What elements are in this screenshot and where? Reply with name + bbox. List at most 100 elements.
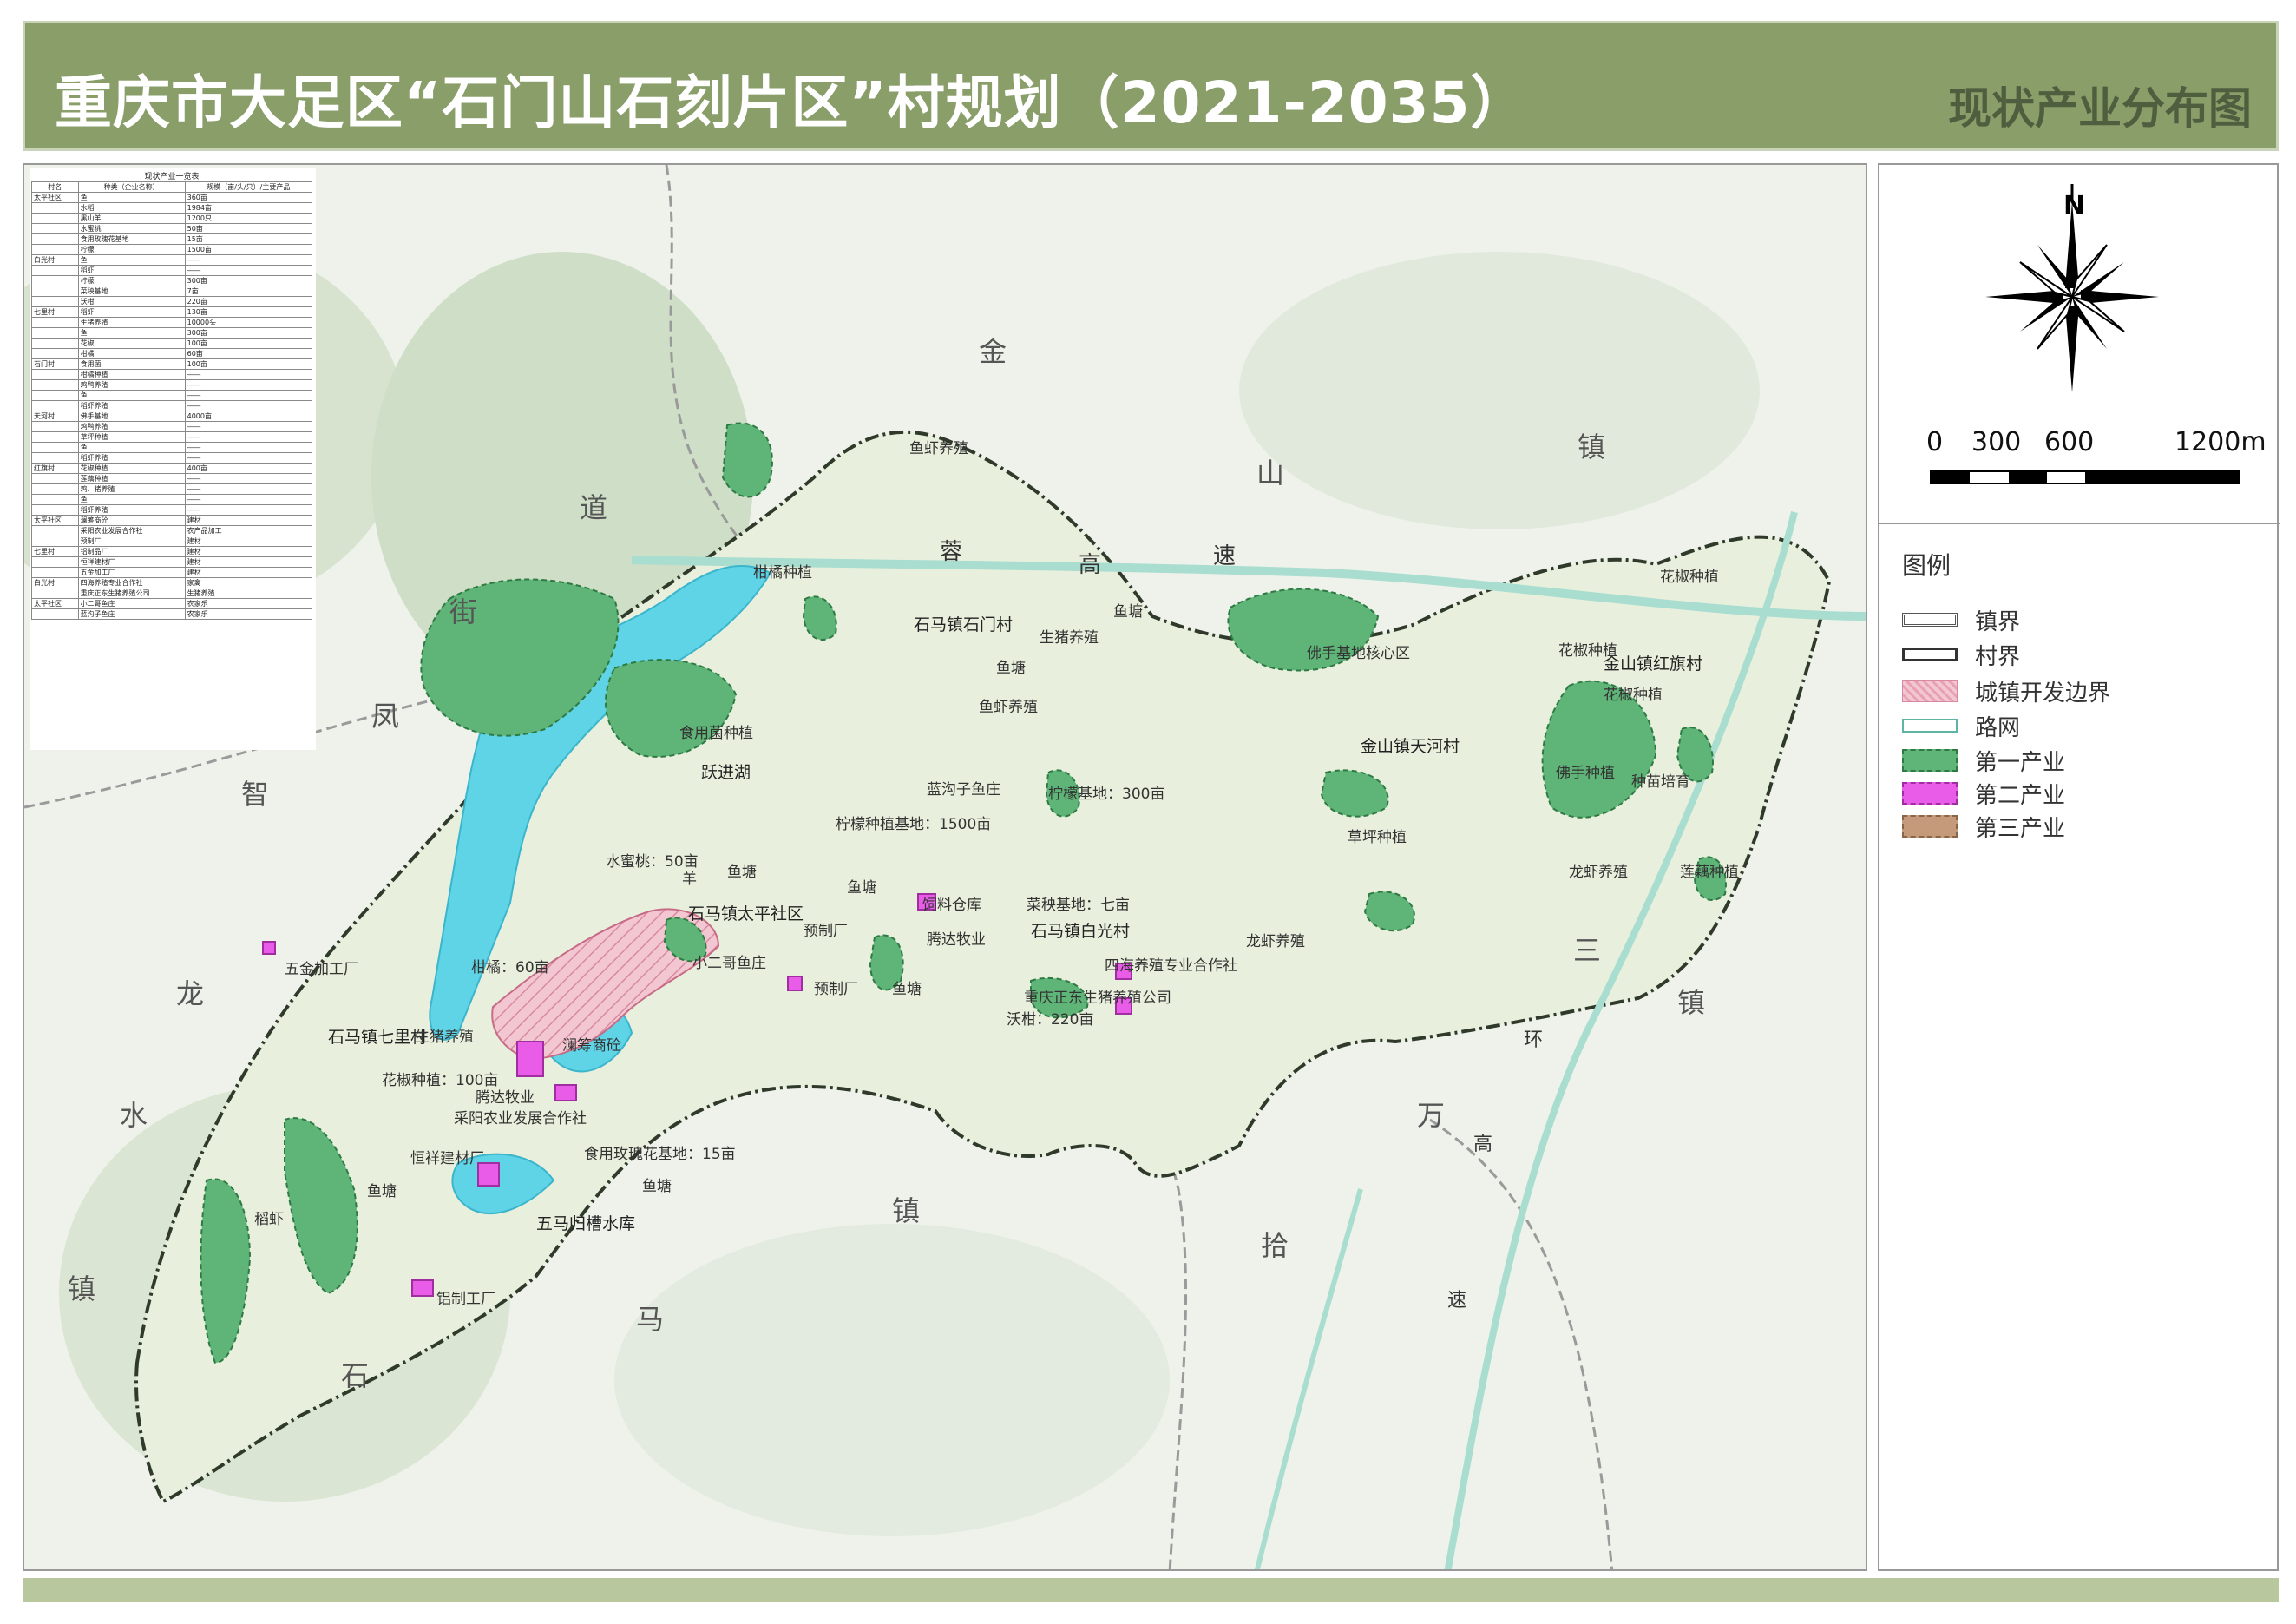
table-cell (31, 296, 79, 307)
table-cell: 铝制品厂 (77, 546, 186, 557)
table-row: 七里村 稻虾 130亩 (31, 306, 313, 318)
map-frame[interactable]: 现状产业一览表 村名 种类（企业名称） 规模（亩/头/只）/主要产品 太平社区鱼… (23, 163, 1867, 1571)
road-label: 蓉 (940, 539, 963, 565)
place-label: 预制厂 (814, 981, 858, 998)
town-label: 龙 (176, 977, 205, 1010)
road-label: 速 (1213, 543, 1237, 569)
table-cell: 预制厂 (77, 536, 186, 547)
town-label: 山 (1256, 457, 1285, 490)
village-label: 石马镇七里村 (328, 1028, 428, 1047)
north-label: N (2063, 191, 2086, 221)
place-label: 柠檬种植基地：1500亩 (836, 816, 992, 833)
table-cell: 建材 (184, 567, 313, 578)
road-label: 速 (1447, 1290, 1467, 1312)
table-row: 五金加工厂 建材 (31, 567, 313, 578)
table-cell: 建材 (184, 556, 313, 568)
place-label: 鱼塘 (1113, 603, 1143, 621)
town-label: 街 (449, 595, 478, 628)
table-cell (31, 348, 79, 359)
table-cell: 建材 (184, 546, 313, 557)
industry-table: 现状产业一览表 村名 种类（企业名称） 规模（亩/头/只）/主要产品 太平社区 鱼… (31, 170, 313, 620)
secondary-industry-site (411, 1279, 434, 1297)
table-cell: 天河村 (31, 411, 79, 422)
table-cell (31, 536, 79, 547)
place-label: 稻虾 (254, 1211, 284, 1228)
divider (1879, 523, 2280, 524)
table-cell (31, 327, 79, 339)
table-cell (31, 265, 79, 276)
table-header: 规模（亩/头/只）/主要产品 (184, 181, 313, 193)
table-cell (31, 421, 79, 432)
table-cell: 太平社区 (31, 515, 79, 526)
table-cell: 稻虾 (77, 265, 186, 276)
table-cell (31, 390, 79, 401)
table-cell: 莲藕种植 (77, 473, 186, 484)
place-label: 龙虾养殖 (1246, 933, 1305, 950)
table-cell: 鱼 (77, 442, 186, 453)
place-label: 食用菌种植 (679, 725, 753, 742)
table-cell: 草坪种植 (77, 431, 186, 443)
table-cell: 300亩 (184, 327, 313, 339)
table-header-row: 村名 种类（企业名称） 规模（亩/头/只）/主要产品 (31, 181, 313, 193)
place-label: 饲料仓库 (922, 897, 981, 914)
road-label: 高 (1473, 1134, 1493, 1155)
table-row: 花椒 100亩 (31, 338, 313, 349)
table-cell: 柠檬 (77, 244, 186, 255)
table-cell: 重庆正东生猪养殖公司 (77, 588, 186, 599)
table-cell: 生猪养殖 (77, 317, 186, 328)
table-cell: 鱼 (77, 192, 186, 203)
table-row: 鱼 —— (31, 442, 313, 453)
table-cell: 400亩 (184, 463, 313, 474)
table-cell (31, 452, 79, 464)
scale-label: 0 (1926, 427, 1944, 457)
table-cell: 15亩 (184, 233, 313, 245)
place-label: 花椒种植 (1558, 642, 1617, 660)
bottom-bar (23, 1578, 2279, 1602)
table-cell: 柑橘 (77, 348, 186, 359)
table-cell: 澜筹商砼 (77, 515, 186, 526)
place-label: 柑橘种植 (753, 564, 812, 582)
table-cell (31, 379, 79, 391)
table-cell: 300亩 (184, 275, 313, 286)
town-label: 三 (1573, 934, 1602, 967)
table-row: 柠檬 1500亩 (31, 244, 313, 255)
town-label: 拾 (1261, 1229, 1289, 1262)
table-row: 水蜜桃 50亩 (31, 223, 313, 234)
town-label: 镇 (68, 1272, 96, 1305)
legend-item-tertiary-industry: 第三产业 (1902, 811, 2065, 842)
place-label: 五金加工厂 (285, 961, 358, 978)
table-row: 柑橘种植 —— (31, 369, 313, 380)
table-caption: 现状产业一览表 (31, 170, 312, 181)
road-label: 环 (1524, 1029, 1544, 1051)
table-row: 柠檬 300亩 (31, 275, 313, 286)
table-cell (31, 338, 79, 349)
table-cell (31, 233, 79, 245)
place-label: 生猪养殖 (1040, 629, 1099, 647)
secondary-industry-site (516, 1041, 544, 1077)
place-label: 小二哥鱼庄 (692, 955, 766, 972)
table-cell: 佛手基地 (77, 411, 186, 422)
table-cell: 红旗村 (31, 463, 79, 474)
table-row: 石门村 食用菌 100亩 (31, 358, 313, 370)
table-cell (31, 286, 79, 297)
table-cell: 建材 (184, 536, 313, 547)
village-label: 金山镇天河村 (1361, 737, 1460, 756)
table-cell: 五金加工厂 (77, 567, 186, 578)
place-label: 蓝沟子鱼庄 (927, 781, 1000, 799)
table-cell (31, 525, 79, 536)
place-label: 腾达牧业 (476, 1089, 535, 1107)
town-label: 凤 (371, 700, 400, 733)
place-label: 柠檬基地：300亩 (1048, 786, 1165, 803)
place-label: 鱼塘 (892, 981, 922, 998)
table-cell (31, 473, 79, 484)
table-row: 红旗村 花椒种植 400亩 (31, 463, 313, 474)
table-cell: 生猪养殖 (184, 588, 313, 599)
table-cell: 鸡鸭养殖 (77, 379, 186, 391)
legend-title: 图例 (1902, 551, 1952, 580)
table-cell (31, 275, 79, 286)
table-cell: 7亩 (184, 286, 313, 297)
secondary-industry-site (554, 1084, 577, 1101)
table-cell: 柠檬 (77, 275, 186, 286)
hill-shade (614, 1224, 1170, 1536)
place-label: 沃柑：220亩 (1007, 1011, 1094, 1029)
